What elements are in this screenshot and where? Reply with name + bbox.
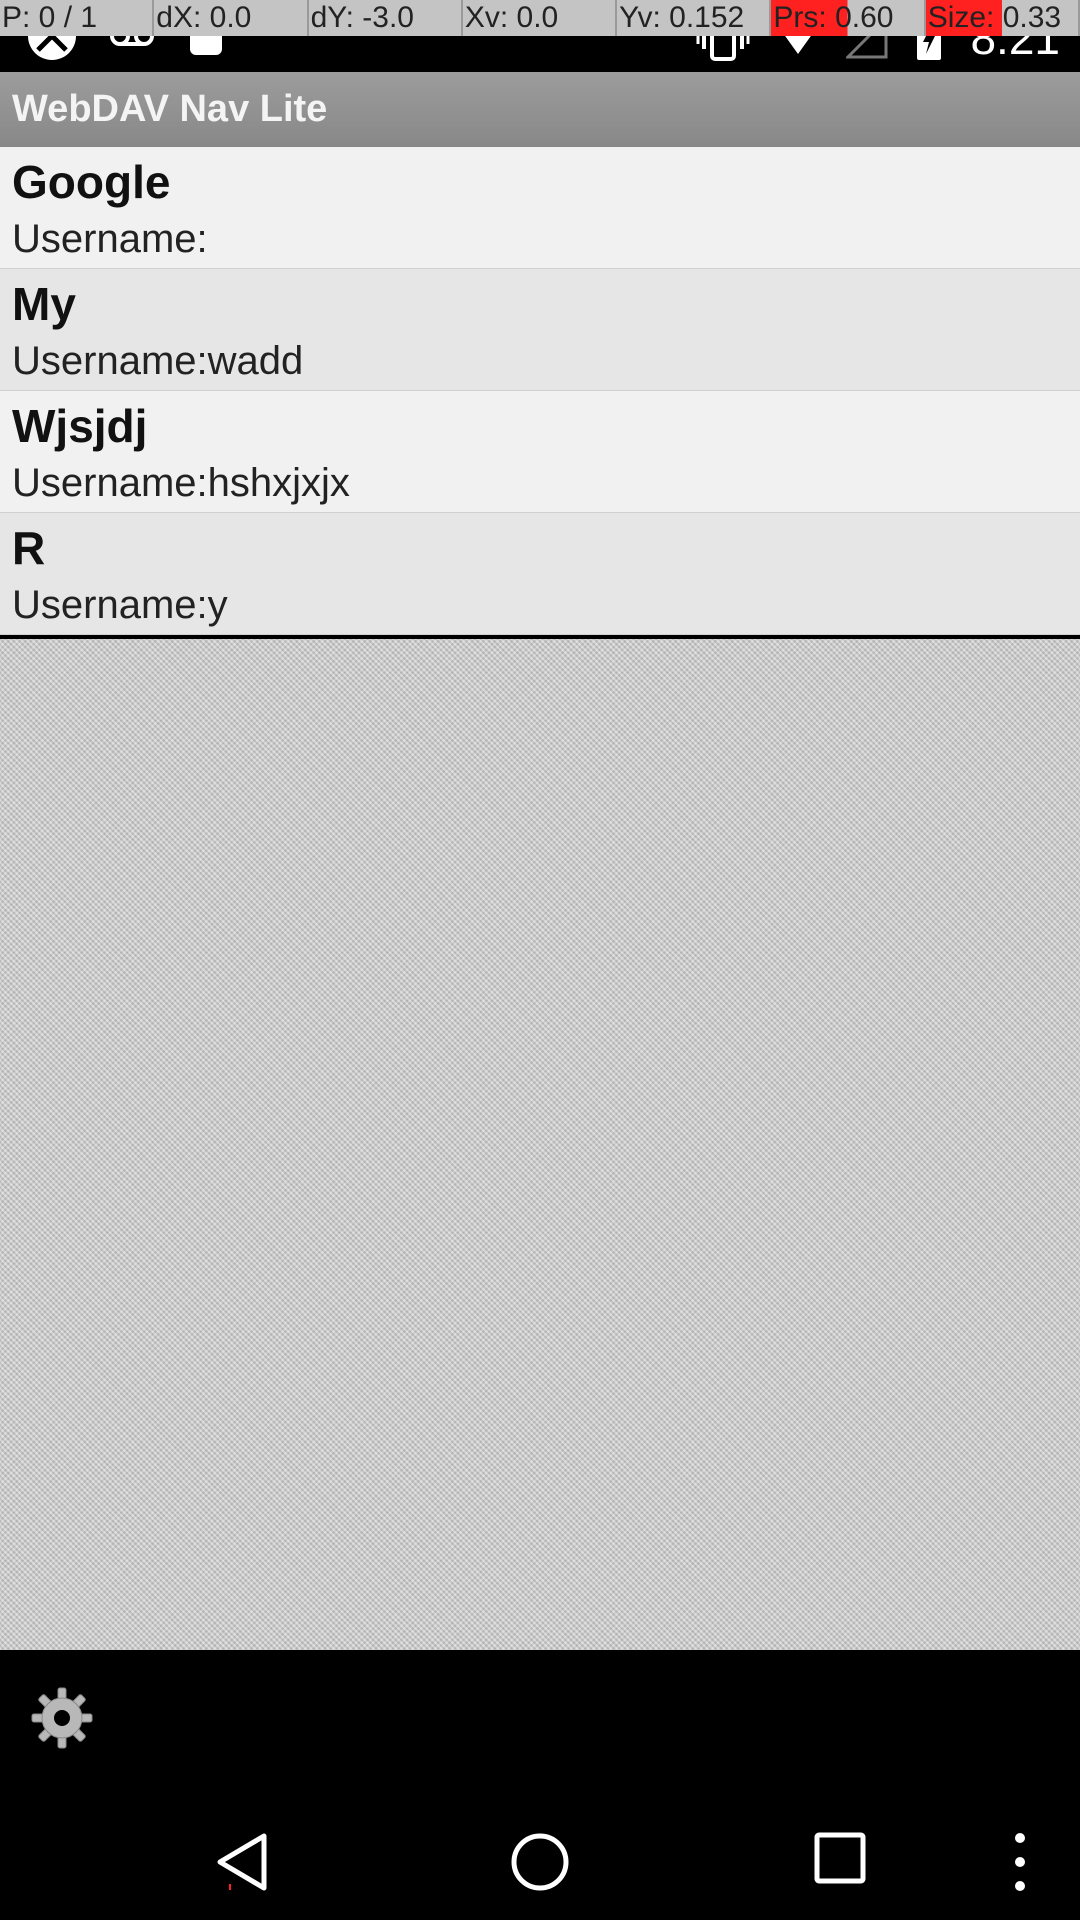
bottom-action-bar (0, 1650, 1080, 1800)
debug-xv: Xv: 0.0 (462, 0, 618, 36)
account-username: Username:hshxjxjx (12, 461, 350, 505)
debug-yv: Yv: 0.152 (617, 0, 772, 36)
system-nav-bar (0, 1800, 1080, 1920)
account-list: Google Username: My Username:wadd Wjsjdj… (0, 147, 1080, 635)
list-item[interactable]: My Username:wadd (0, 269, 1080, 391)
debug-dy: dY: -3.0 (308, 0, 463, 36)
account-username: Username:wadd (12, 339, 304, 383)
overflow-menu-icon[interactable] (1005, 1830, 1035, 1894)
empty-list-background (0, 639, 1080, 1650)
account-name: My (12, 278, 76, 330)
back-icon[interactable] (212, 1830, 272, 1894)
account-username: Username:y (12, 583, 228, 627)
app-title: WebDAV Nav Lite (12, 88, 328, 130)
list-item[interactable]: Google Username: (0, 147, 1080, 269)
recents-icon[interactable] (812, 1830, 868, 1886)
settings-gear-icon[interactable] (30, 1686, 94, 1750)
debug-dx: dX: 0.0 (154, 0, 309, 36)
account-name: R (12, 522, 46, 574)
list-item[interactable]: Wjsjdj Username:hshxjxjx (0, 391, 1080, 513)
debug-size: Size: 0.33 (925, 0, 1080, 36)
account-name: Google (12, 156, 171, 208)
debug-pointer: P: 0 / 1 (0, 0, 155, 36)
pointer-debug-overlay: P: 0 / 1 dX: 0.0 dY: -3.0 Xv: 0.0 Yv: 0.… (0, 0, 1080, 36)
app-bar: WebDAV Nav Lite (0, 72, 1080, 147)
list-item[interactable]: R Username:y (0, 513, 1080, 635)
account-name: Wjsjdj (12, 400, 148, 452)
account-username: Username: (12, 217, 208, 261)
status-bar: 8:21 P: 0 / 1 dX: 0.0 dY: -3.0 Xv: 0.0 Y… (0, 0, 1080, 72)
debug-pressure: Prs: 0.60 (771, 0, 926, 36)
home-icon[interactable] (508, 1830, 572, 1894)
